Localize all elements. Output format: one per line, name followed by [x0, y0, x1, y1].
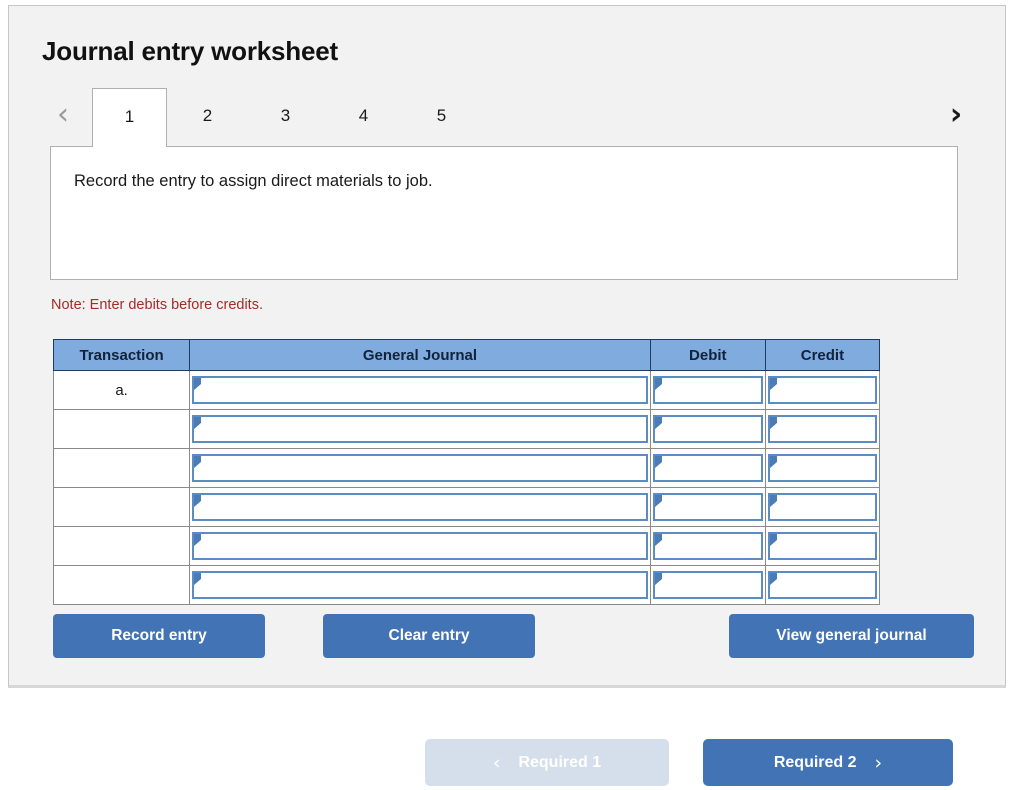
dropdown-triangle-icon — [769, 534, 777, 546]
dropdown-triangle-icon — [769, 378, 777, 390]
credit-input[interactable] — [767, 571, 877, 599]
general-journal-cell[interactable] — [189, 526, 651, 566]
required-1-nav-button[interactable]: ‹ Required 1 — [425, 739, 669, 786]
header-transaction: Transaction — [52, 339, 191, 371]
table-header-row: Transaction General Journal Debit Credit — [52, 339, 881, 371]
credit-input[interactable] — [767, 415, 877, 443]
dropdown-triangle-icon — [654, 378, 662, 390]
table-row — [52, 487, 881, 527]
tab-4[interactable]: 4 — [326, 88, 401, 146]
credit-cell[interactable] — [764, 409, 881, 449]
debit-input[interactable] — [652, 454, 763, 482]
tab-3[interactable]: 3 — [248, 88, 323, 146]
dropdown-triangle-icon — [769, 456, 777, 468]
general-journal-input[interactable] — [192, 493, 648, 521]
transaction-cell — [52, 565, 191, 605]
dropdown-triangle-icon — [194, 573, 202, 585]
credit-cell[interactable] — [764, 526, 881, 566]
dropdown-triangle-icon — [194, 378, 202, 390]
dropdown-triangle-icon — [194, 417, 202, 429]
instruction-text: Record the entry to assign direct materi… — [74, 172, 433, 190]
tab-2[interactable]: 2 — [170, 88, 245, 146]
debit-cell[interactable] — [649, 448, 766, 488]
transaction-cell — [52, 448, 191, 488]
tab-5[interactable]: 5 — [404, 88, 479, 146]
journal-entry-worksheet-card: Journal entry worksheet ‹ 1 2 3 4 5 › Re… — [8, 5, 1006, 688]
header-debit: Debit — [649, 339, 766, 371]
general-journal-input[interactable] — [192, 571, 648, 599]
debit-input[interactable] — [652, 415, 763, 443]
tab-strip: ‹ 1 2 3 4 5 › — [42, 88, 977, 147]
debit-input[interactable] — [652, 532, 763, 560]
general-journal-table: Transaction General Journal Debit Credit… — [52, 339, 881, 605]
general-journal-cell[interactable] — [189, 565, 651, 605]
general-journal-cell[interactable] — [189, 448, 651, 488]
tab-prev-arrow-icon[interactable]: ‹ — [46, 96, 80, 136]
dropdown-triangle-icon — [769, 495, 777, 507]
credit-cell[interactable] — [764, 565, 881, 605]
page-title: Journal entry worksheet — [42, 36, 338, 66]
transaction-cell — [52, 487, 191, 527]
view-general-journal-button[interactable]: View general journal — [729, 614, 974, 658]
dropdown-triangle-icon — [194, 495, 202, 507]
dropdown-triangle-icon — [194, 534, 202, 546]
credit-input[interactable] — [767, 493, 877, 521]
chevron-left-icon: ‹ — [492, 751, 501, 774]
debit-cell[interactable] — [649, 526, 766, 566]
chevron-right-icon: › — [874, 751, 883, 774]
table-row — [52, 526, 881, 566]
general-journal-input[interactable] — [192, 532, 648, 560]
header-credit: Credit — [764, 339, 881, 371]
required-1-label: Required 1 — [518, 753, 602, 771]
debit-cell[interactable] — [649, 487, 766, 527]
instruction-panel: Record the entry to assign direct materi… — [50, 146, 958, 280]
general-journal-cell[interactable] — [189, 409, 651, 449]
debit-cell[interactable] — [649, 370, 766, 410]
required-2-label: Required 2 — [773, 753, 857, 771]
dropdown-triangle-icon — [769, 573, 777, 585]
transaction-cell — [52, 409, 191, 449]
debit-input[interactable] — [652, 376, 763, 404]
credit-cell[interactable] — [764, 487, 881, 527]
debit-input[interactable] — [652, 571, 763, 599]
general-journal-cell[interactable] — [189, 487, 651, 527]
table-row — [52, 565, 881, 605]
general-journal-input[interactable] — [192, 376, 648, 404]
dropdown-triangle-icon — [194, 456, 202, 468]
credit-cell[interactable] — [764, 370, 881, 410]
general-journal-input[interactable] — [192, 454, 648, 482]
transaction-cell — [52, 526, 191, 566]
transaction-cell: a. — [52, 370, 191, 410]
record-entry-button[interactable]: Record entry — [53, 614, 265, 658]
dropdown-triangle-icon — [654, 456, 662, 468]
debit-cell[interactable] — [649, 565, 766, 605]
dropdown-triangle-icon — [654, 573, 662, 585]
general-journal-input[interactable] — [192, 415, 648, 443]
tab-next-arrow-icon[interactable]: › — [939, 96, 973, 136]
dropdown-triangle-icon — [654, 534, 662, 546]
debit-input[interactable] — [652, 493, 763, 521]
debits-before-credits-note: Note: Enter debits before credits. — [51, 297, 263, 313]
header-general-journal: General Journal — [189, 339, 651, 371]
table-row: a. — [52, 370, 881, 410]
credit-cell[interactable] — [764, 448, 881, 488]
dropdown-triangle-icon — [654, 495, 662, 507]
dropdown-triangle-icon — [769, 417, 777, 429]
table-row — [52, 409, 881, 449]
general-journal-cell[interactable] — [189, 370, 651, 410]
credit-input[interactable] — [767, 376, 877, 404]
credit-input[interactable] — [767, 454, 877, 482]
clear-entry-button[interactable]: Clear entry — [323, 614, 535, 658]
required-2-nav-button[interactable]: Required 2 › — [703, 739, 953, 786]
dropdown-triangle-icon — [654, 417, 662, 429]
credit-input[interactable] — [767, 532, 877, 560]
table-row — [52, 448, 881, 488]
debit-cell[interactable] — [649, 409, 766, 449]
tab-1[interactable]: 1 — [92, 88, 167, 147]
